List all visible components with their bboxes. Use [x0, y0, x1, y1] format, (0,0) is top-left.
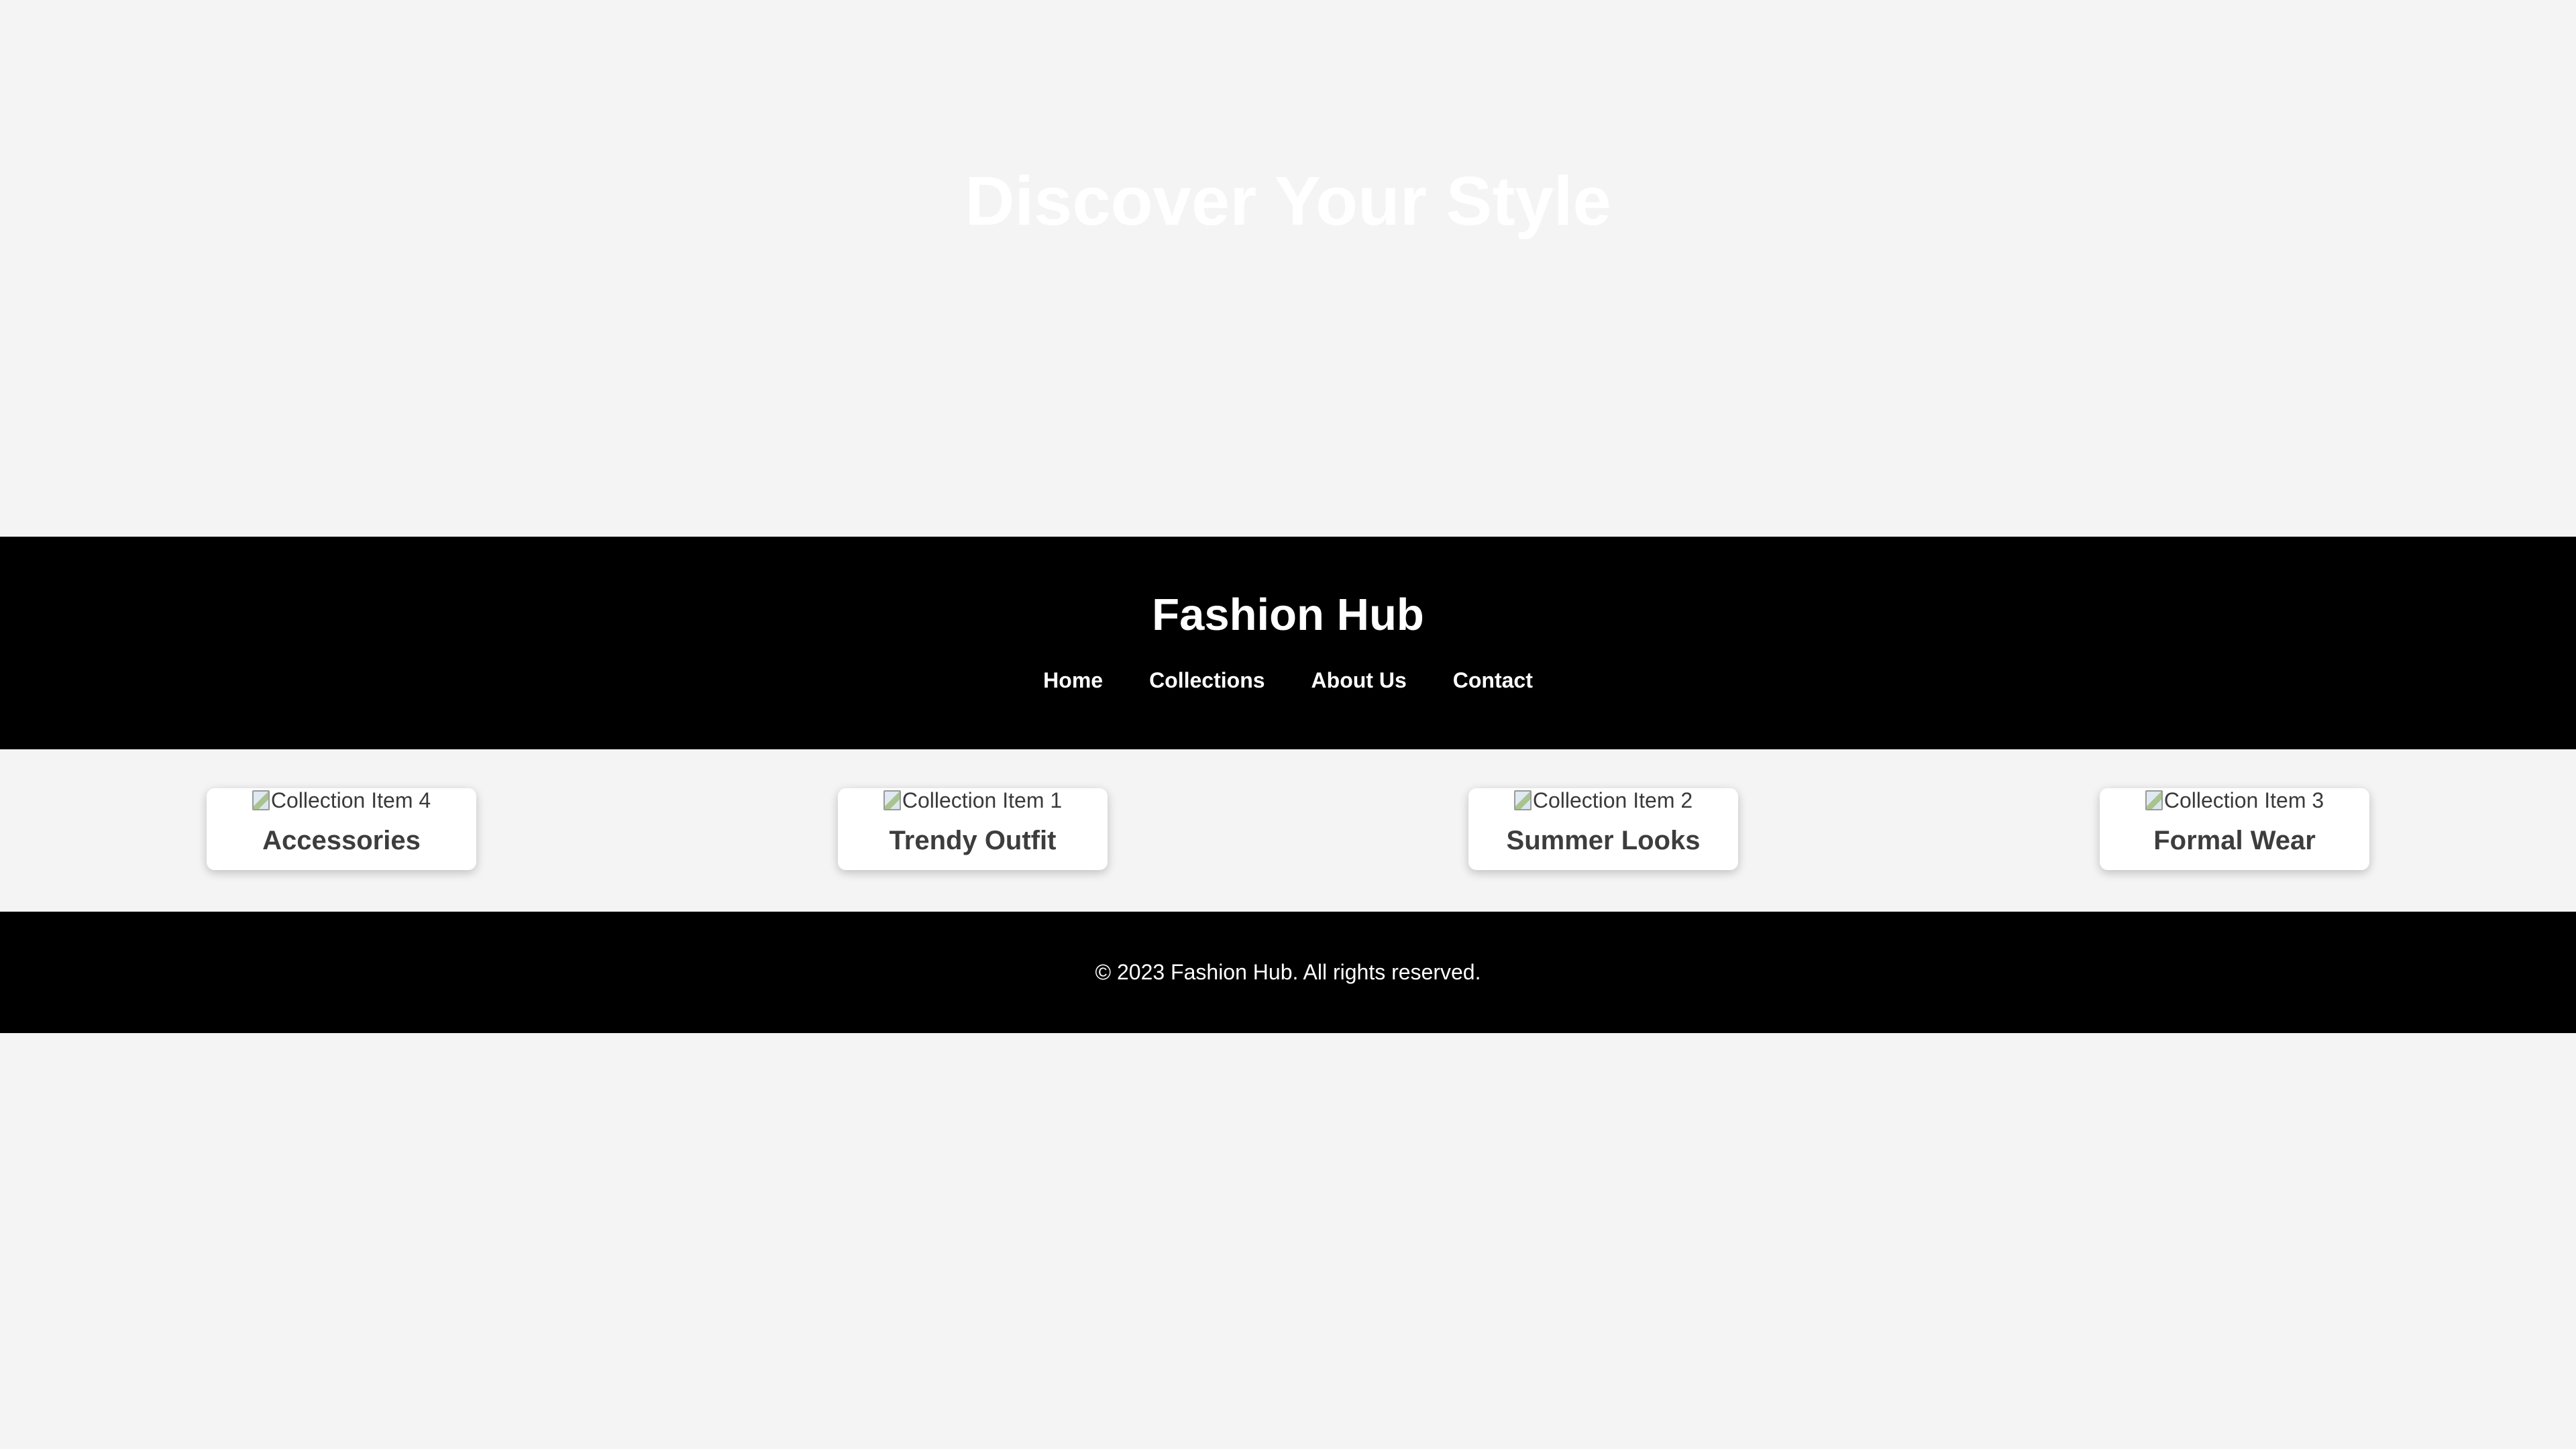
collection-image-alt: Collection Item 2 [1532, 788, 1693, 812]
broken-image-icon [2145, 790, 2163, 810]
collection-card[interactable]: Collection Item 3 Formal Wear [2100, 788, 2369, 870]
collection-image-alt: Collection Item 4 [270, 788, 431, 812]
nav-home-link[interactable]: Home [1043, 668, 1103, 693]
main-nav: Home Collections About Us Contact [0, 668, 2576, 693]
nav-contact-link[interactable]: Contact [1453, 668, 1533, 693]
nav-about-link[interactable]: About Us [1311, 668, 1407, 693]
hero-title: Discover Your Style [965, 162, 1611, 239]
collection-image: Collection Item 2 [1468, 788, 1738, 813]
copyright-text: © 2023 Fashion Hub. All rights reserved. [1095, 960, 1481, 984]
collection-image: Collection Item 1 [838, 788, 1108, 813]
broken-image-icon [252, 790, 270, 810]
broken-image-icon [883, 790, 901, 810]
collection-image: Collection Item 4 [207, 788, 476, 813]
collection-image-alt: Collection Item 1 [902, 788, 1063, 812]
nav-collections-link[interactable]: Collections [1149, 668, 1265, 693]
collection-card[interactable]: Collection Item 4 Accessories [207, 788, 476, 870]
collection-title: Trendy Outfit [889, 826, 1057, 855]
brand-title: Fashion Hub [1152, 590, 1424, 640]
collection-title: Summer Looks [1506, 826, 1701, 855]
collection-card[interactable]: Collection Item 1 Trendy Outfit [838, 788, 1108, 870]
collection-title: Accessories [262, 826, 421, 855]
site-footer: © 2023 Fashion Hub. All rights reserved. [0, 912, 2576, 1033]
broken-image-icon [1513, 790, 1532, 810]
collection-title: Formal Wear [2153, 826, 2316, 855]
hero-section: Discover Your Style [0, 0, 2576, 537]
site-header: Fashion Hub Home Collections About Us Co… [0, 537, 2576, 749]
collection-image-alt: Collection Item 3 [2163, 788, 2324, 812]
collections-section: Collection Item 4 Accessories Collection… [0, 749, 2576, 912]
collection-card[interactable]: Collection Item 2 Summer Looks [1468, 788, 1738, 870]
collection-image: Collection Item 3 [2100, 788, 2369, 813]
